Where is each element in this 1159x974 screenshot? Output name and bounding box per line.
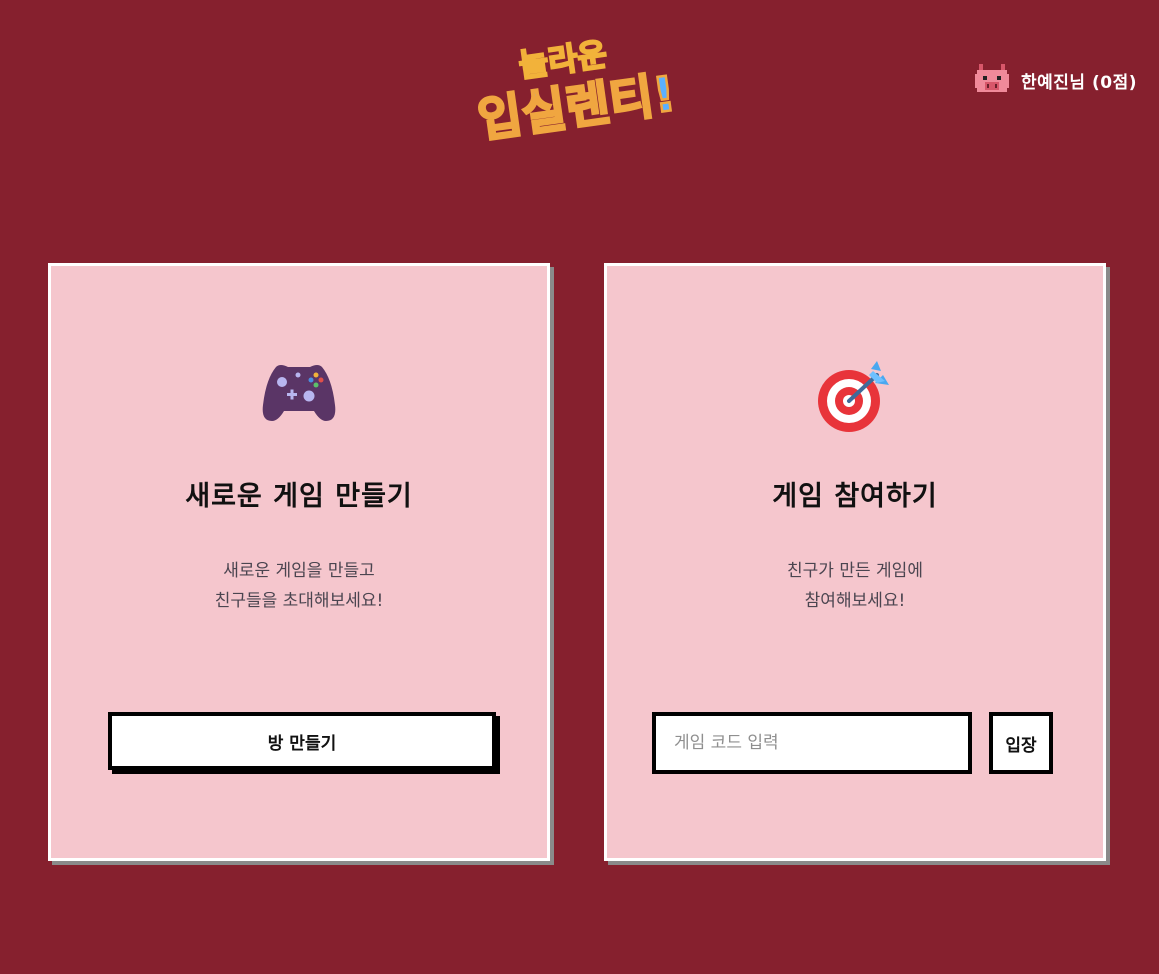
- join-game-title: 게임 참여하기: [772, 481, 938, 512]
- bullseye-dart-icon: [818, 361, 889, 432]
- game-code-input[interactable]: [652, 712, 972, 774]
- app-logo-graphic: 놀라운 입실렌티!: [473, 34, 680, 150]
- join-desc-line-1: 친구가 만든 게임에: [787, 561, 923, 581]
- create-card-icon-wrap: [51, 361, 547, 431]
- create-room-button[interactable]: 방 만들기: [108, 712, 496, 770]
- logo-line-2: 입실렌티!: [475, 66, 679, 142]
- enter-button[interactable]: 입장: [989, 712, 1053, 774]
- user-name-score: 한예진님 (0점): [1021, 72, 1137, 93]
- create-game-description: 새로운 게임을 만들고 친구들을 초대해보세요!: [51, 556, 547, 616]
- create-desc-line-2: 친구들을 초대해보세요!: [214, 591, 384, 611]
- create-game-title: 새로운 게임 만들기: [185, 481, 413, 512]
- create-game-card: 새로운 게임 만들기 새로운 게임을 만들고 친구들을 초대해보세요! 방 만들…: [48, 263, 550, 861]
- pig-avatar-icon: [975, 64, 1009, 92]
- join-card-icon-wrap: [607, 361, 1103, 432]
- join-game-card: 게임 참여하기 친구가 만든 게임에 참여해보세요! 입장: [604, 263, 1106, 861]
- create-desc-line-1: 새로운 게임을 만들고: [223, 561, 375, 581]
- join-game-description: 친구가 만든 게임에 참여해보세요!: [607, 556, 1103, 616]
- join-desc-line-2: 참여해보세요!: [804, 591, 906, 611]
- game-controller-icon: [262, 365, 336, 421]
- user-info: 한예진님 (0점): [975, 64, 1137, 96]
- app-logo: 놀라운 입실렌티!: [470, 22, 700, 150]
